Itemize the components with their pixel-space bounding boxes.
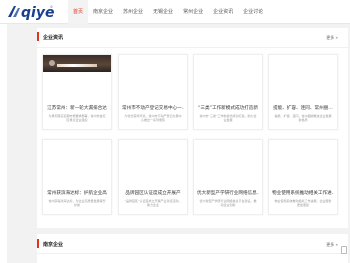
main-nav: 首页 南京企业 苏州企业 无锡企业 常州企业 企业资讯 企业讨论 <box>68 0 268 24</box>
nav-wuxi[interactable]: 无锡企业 <box>148 0 178 24</box>
news-panel-header: 企业资讯 更多 » <box>36 28 348 48</box>
news-card-title[interactable]: 常州获滨海达标：护航企业高 <box>46 190 108 196</box>
side-toolbar-icon[interactable] <box>341 246 347 254</box>
news-card[interactable]: 优大新型产学研行业网络信息… 优大新型产学研行业网络信息平台建设，推动企业创新 <box>193 139 263 215</box>
news-card-summary: 为贯彻落实近期市委要求部署，常州市金坛区重点企业组织 <box>48 114 106 122</box>
site-logo[interactable]: qiye © <box>6 3 61 21</box>
logo-graphic: qiye © <box>8 5 54 21</box>
news-card-title[interactable]: 提能、扩容、连同、常州捆… <box>272 105 334 111</box>
news-card-title[interactable]: 常州市不动产登记交易中心一… <box>122 105 184 111</box>
news-card[interactable]: “三类”工作新模式成功打造新 常州市“三类”工作新模式成功打造，助力企业发展 <box>193 54 263 130</box>
news-card-summary: 常州获得滨海达标，为企业高质量发展保驾护航 <box>48 199 106 207</box>
news-card-thumbnail <box>43 55 111 72</box>
news-card[interactable]: 物业使用系统推动相关工作进… 物业使用系统推动相关工作进展，企业服务更加便捷 <box>268 139 338 215</box>
news-card-title[interactable]: 物业使用系统推动相关工作进… <box>272 190 334 196</box>
nav-discussion[interactable]: 企业讨论 <box>238 0 268 24</box>
news-card-title[interactable]: 江苏常州：新一轮大漏排合达 <box>46 105 108 111</box>
left-sidebar-strip <box>0 24 7 263</box>
news-card-summary: “品牌园区”认证度成立开展产业对接活动，助力企业 <box>124 199 182 207</box>
news-panel: 企业资讯 更多 » 江苏常州：新一轮大漏排合达 为贯彻落实近期市委要求部署，常州… <box>36 28 348 228</box>
svg-text:©: © <box>50 5 53 9</box>
news-card-summary: 为优化营商环境，常州市不动产登记交易中心推出一系列便民 <box>124 114 182 122</box>
nav-news[interactable]: 企业资讯 <box>208 0 238 24</box>
news-card[interactable]: 品牌园区认证度成立开展产 “品牌园区”认证度成立开展产业对接活动，助力企业 <box>118 139 188 215</box>
news-more-link[interactable]: 更多 » <box>326 35 338 41</box>
news-card[interactable]: 常州市不动产登记交易中心一… 为优化营商环境，常州市不动产登记交易中心推出一系列… <box>118 54 188 130</box>
news-card-title[interactable]: 品牌园区认证度成立开展产 <box>122 190 184 196</box>
nav-nanjing[interactable]: 南京企业 <box>88 0 118 24</box>
nav-changzhou[interactable]: 常州企业 <box>178 0 208 24</box>
news-card[interactable]: 提能、扩容、连同、常州捆… 提能、扩容、连同，常州捆绑推进企业发展新格局 <box>268 54 338 130</box>
news-card-summary: 物业使用系统推动相关工作进展，企业服务更加便捷 <box>274 199 332 207</box>
nav-suzhou[interactable]: 苏州企业 <box>118 0 148 24</box>
nanjing-panel-title: 南京企业 <box>36 239 64 248</box>
news-card[interactable]: 常州获滨海达标：护航企业高 常州获得滨海达标，为企业高质量发展保驾护航 <box>42 139 112 215</box>
news-card-summary: 提能、扩容、连同，常州捆绑推进企业发展新格局 <box>274 114 332 122</box>
news-panel-title: 企业资讯 <box>36 32 64 41</box>
nanjing-panel-header: 南京企业 更多 » <box>36 234 348 254</box>
news-card-summary: 优大新型产学研行业网络信息平台建设，推动企业创新 <box>199 199 257 207</box>
news-card[interactable]: 江苏常州：新一轮大漏排合达 为贯彻落实近期市委要求部署，常州市金坛区重点企业组织 <box>42 54 112 130</box>
site-header: qiye © 首页 南京企业 苏州企业 无锡企业 常州企业 企业资讯 企业讨论 <box>0 0 350 24</box>
news-card-title[interactable]: “三类”工作新模式成功打造新 <box>197 105 259 111</box>
nav-home[interactable]: 首页 <box>68 0 89 24</box>
news-card-summary: 常州市“三类”工作新模式成功打造，助力企业发展 <box>199 114 257 122</box>
nanjing-more-link[interactable]: 更多 » <box>326 242 338 248</box>
news-card-title[interactable]: 优大新型产学研行业网络信息… <box>197 190 259 196</box>
nanjing-panel: 南京企业 更多 » <box>36 234 348 263</box>
